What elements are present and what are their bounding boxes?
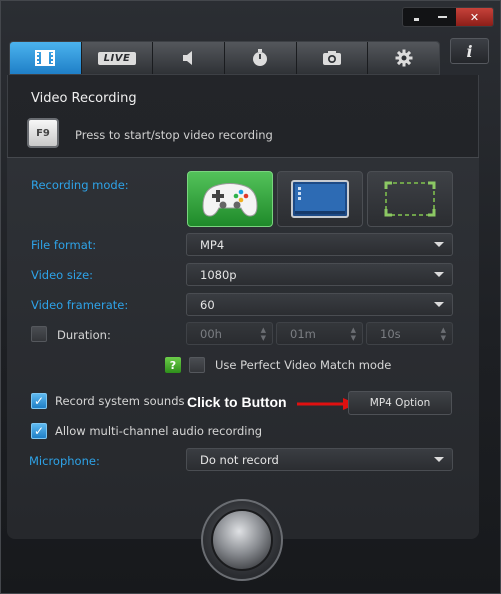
file-format-value: MP4 [200,237,225,252]
window-controls: ✕ [402,7,494,27]
tab-settings[interactable] [368,42,439,74]
annotation-text: Click to Button [187,394,287,410]
duration-hours-stepper[interactable]: 00h ▲ ▼ [186,322,273,345]
gamepad-icon [202,183,258,217]
film-icon [35,50,56,66]
file-format-label: File format: [31,238,97,252]
tab-timer[interactable] [225,42,297,74]
chevron-down-icon [434,242,444,247]
video-size-dropdown[interactable]: 1080p [186,263,453,286]
recording-mode-label: Recording mode: [31,178,129,192]
chevron-down-icon [434,272,444,277]
perfect-match-label: Use Perfect Video Match mode [215,358,392,372]
mode-region-button[interactable] [367,171,453,227]
video-framerate-label: Video framerate: [31,298,129,312]
desktop-icon [291,180,349,218]
system-sounds-checkbox[interactable]: ✓ [31,393,47,409]
mp4-option-button[interactable]: MP4 Option [348,391,452,415]
restore-button[interactable] [403,8,429,26]
file-format-dropdown[interactable]: MP4 [186,233,453,256]
duration-seconds-stepper[interactable]: 10s ▲ ▼ [366,322,453,345]
duration-minutes-stepper[interactable]: 01m ▲ ▼ [276,322,363,345]
duration-hours-value: 00h [200,326,222,341]
stopwatch-icon [253,49,268,66]
close-icon: ✕ [469,10,480,24]
mode-desktop-button[interactable] [277,171,363,227]
record-button[interactable] [211,509,273,571]
video-framerate-dropdown[interactable]: 60 [186,293,453,316]
stepper-arrows-icon: ▲ ▼ [440,326,446,342]
live-icon: LIVE [97,51,137,65]
chevron-down-icon [434,302,444,307]
record-button-base [201,499,283,581]
checkmark-icon: ✓ [33,394,45,408]
restore-icon [413,17,419,21]
tab-video[interactable] [10,42,82,74]
minimize-button[interactable] [429,8,455,26]
hotkey-f9-button[interactable]: F9 [27,118,59,148]
stepper-arrows-icon: ▲ ▼ [260,326,266,342]
region-icon [384,181,436,217]
minimize-icon [438,16,448,18]
tab-bar: LIVE [9,41,440,75]
stepper-arrows-icon: ▲ ▼ [350,326,356,342]
video-framerate-value: 60 [200,297,215,312]
duration-label: Duration: [57,328,111,342]
perfect-match-checkbox[interactable] [189,357,205,373]
tab-screenshot[interactable] [296,42,369,74]
app-window: ✕ i LIVE Video Recording F9 Press to sta… [0,0,501,594]
info-icon: i [466,41,473,61]
mode-game-button[interactable] [187,171,273,227]
checkmark-icon: ✓ [33,424,45,438]
duration-minutes-value: 01m [290,326,316,341]
gear-icon [395,49,413,67]
multichannel-checkbox[interactable]: ✓ [31,423,47,439]
video-size-value: 1080p [200,267,237,282]
hotkey-description: Press to start/stop video recording [75,128,273,142]
multichannel-label: Allow multi-channel audio recording [55,424,263,438]
video-size-label: Video size: [31,268,94,282]
chevron-down-icon [434,457,444,462]
microphone-value: Do not record [200,452,279,467]
help-icon[interactable]: ? [165,357,181,373]
duration-checkbox[interactable] [31,326,47,342]
microphone-label: Microphone: [29,454,100,468]
info-button[interactable]: i [450,38,489,64]
camera-icon [323,51,342,65]
microphone-dropdown[interactable]: Do not record [186,448,453,471]
system-sounds-label: Record system sounds [55,394,185,408]
close-button[interactable]: ✕ [455,8,493,26]
tab-audio[interactable] [153,42,226,74]
tab-live[interactable]: LIVE [81,42,154,74]
section-title: Video Recording [31,91,137,106]
duration-seconds-value: 10s [380,326,401,341]
speaker-icon [182,51,192,65]
